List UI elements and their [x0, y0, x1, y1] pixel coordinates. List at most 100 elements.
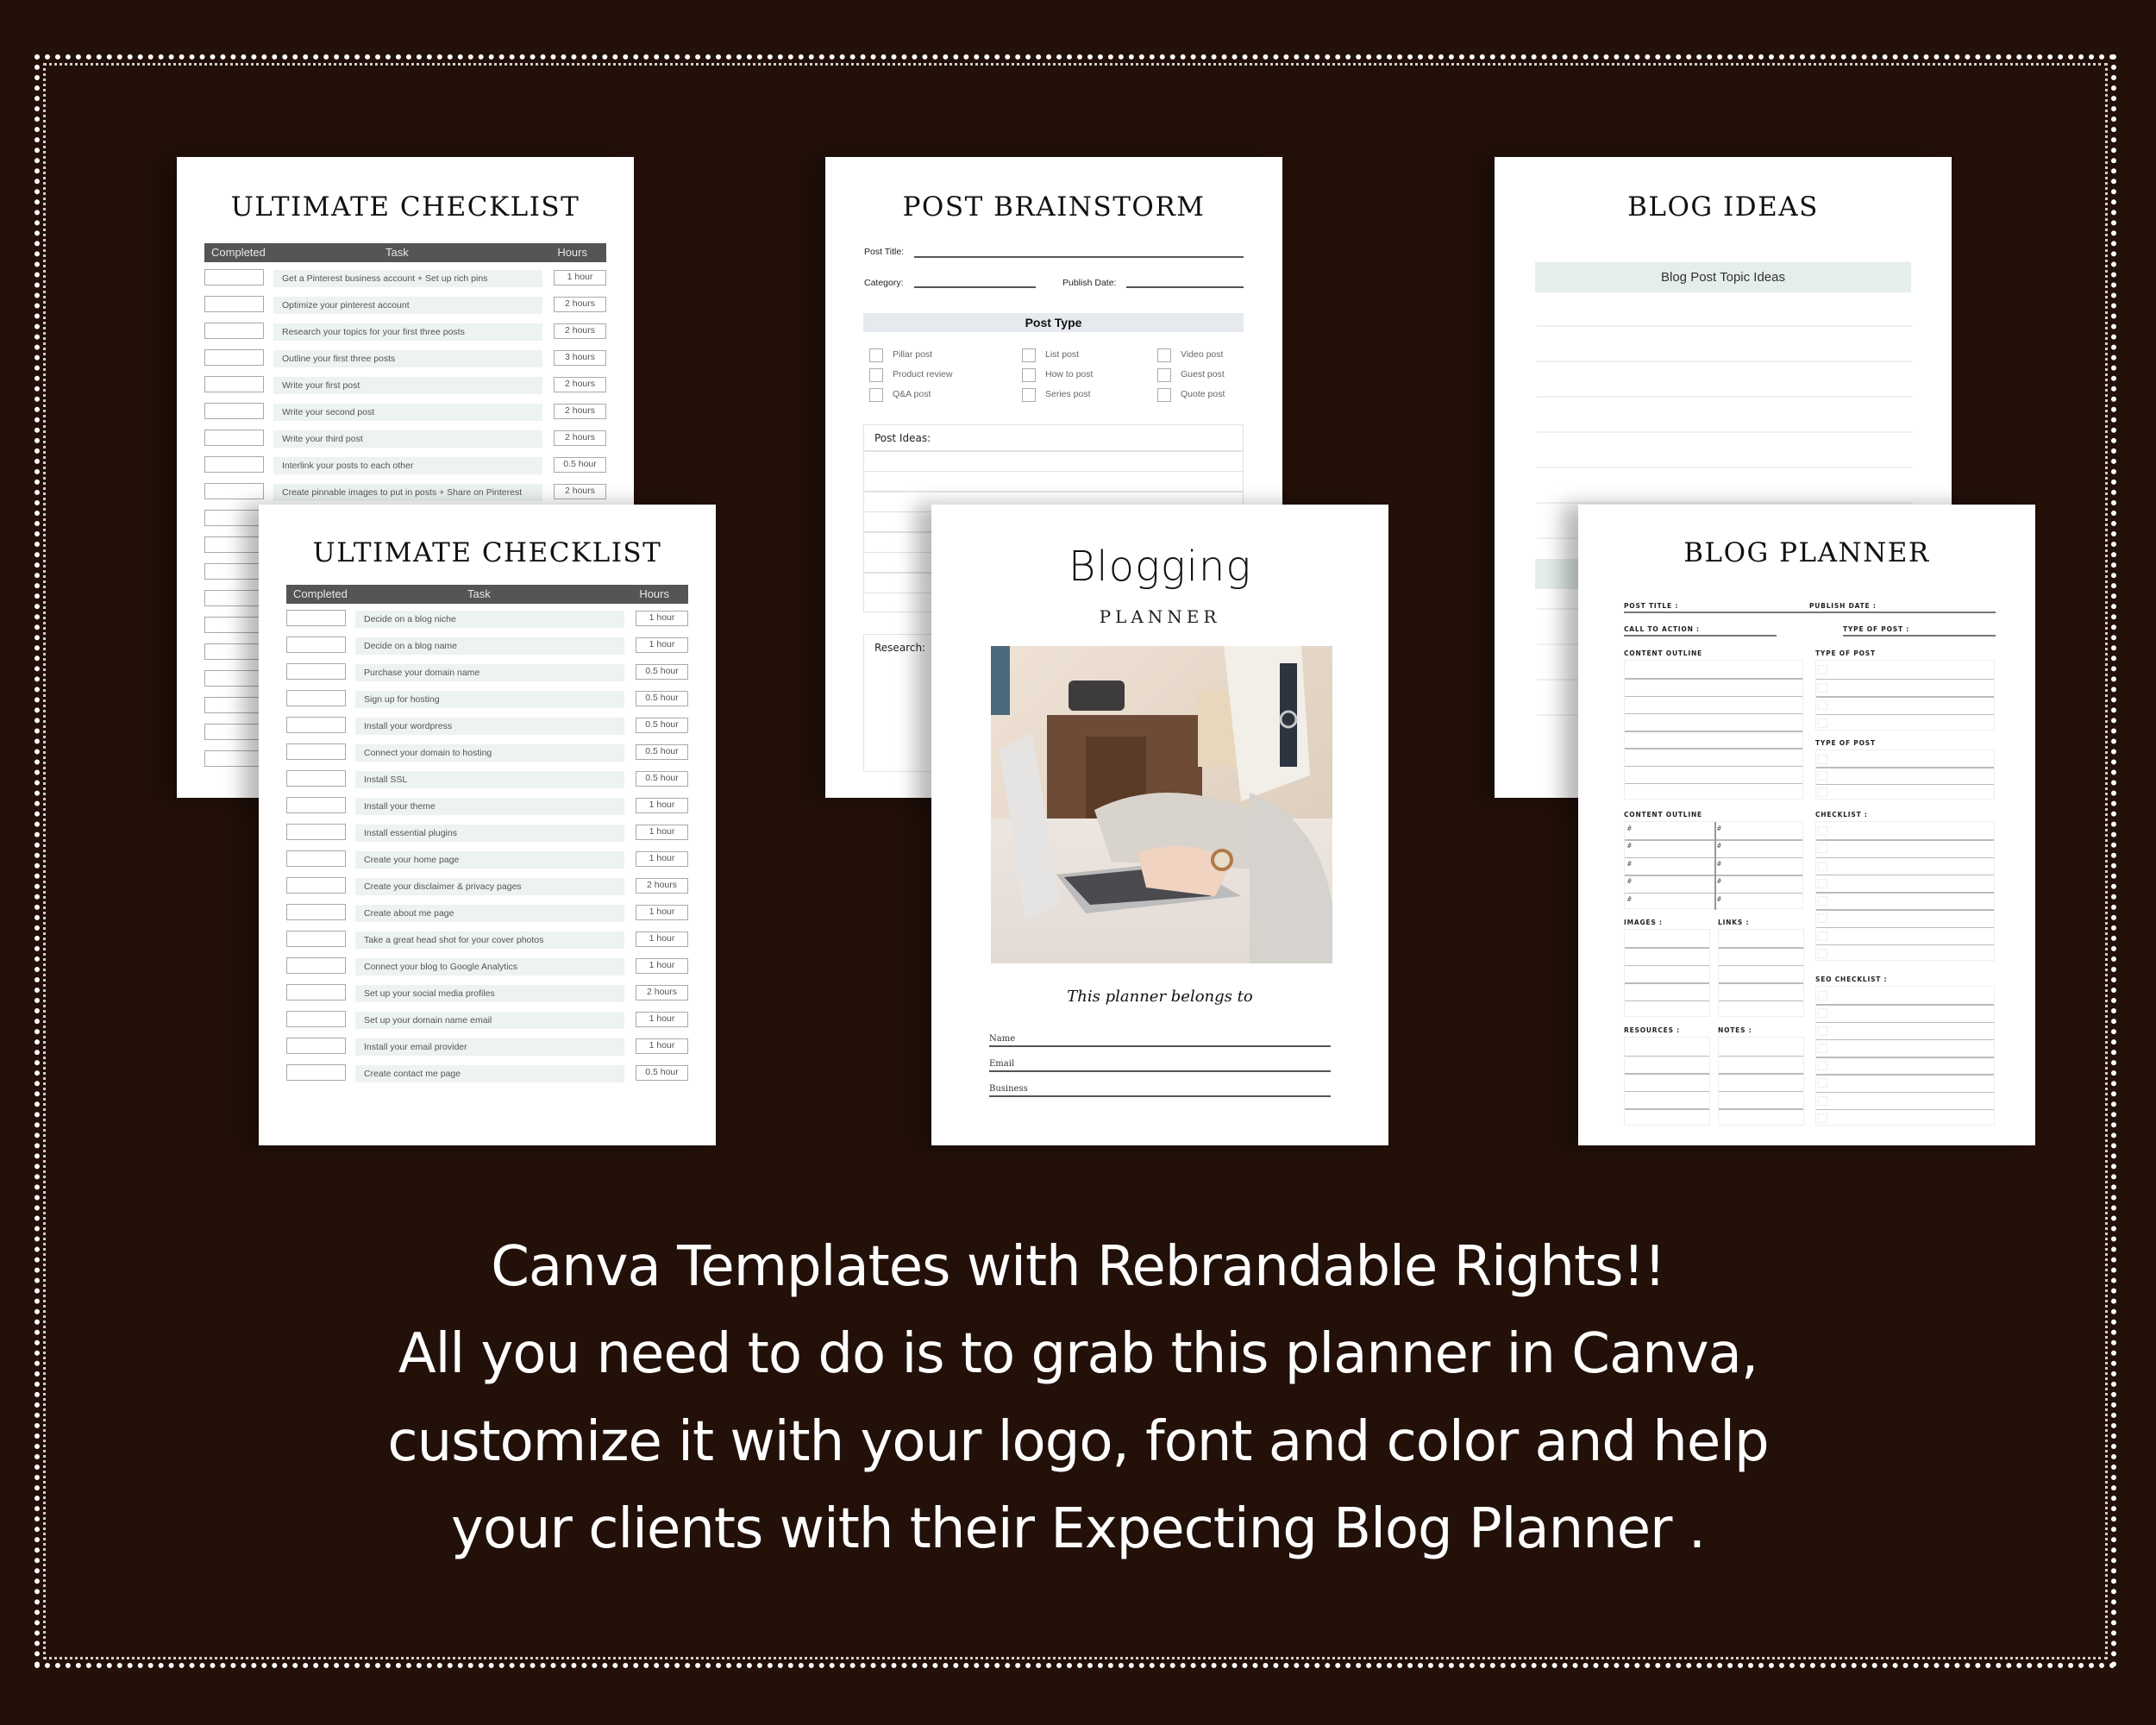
post-title-field[interactable] — [914, 256, 1244, 258]
completed-checkbox[interactable] — [286, 770, 346, 787]
checkbox[interactable] — [1157, 368, 1171, 382]
type-of-post-inline-field[interactable] — [1843, 635, 1996, 637]
checkbox[interactable] — [1818, 665, 1827, 675]
checkbox[interactable] — [869, 388, 883, 402]
checkbox[interactable] — [1818, 1008, 1827, 1019]
topic-line[interactable] — [1537, 325, 1913, 327]
checkbox[interactable] — [1022, 368, 1036, 382]
resources-box[interactable] — [1624, 1037, 1710, 1126]
checkbox[interactable] — [1818, 682, 1827, 693]
topic-line[interactable] — [1537, 431, 1913, 433]
checkbox[interactable] — [1818, 826, 1827, 837]
content-outline-numbered-box[interactable]: # # # # # # # # # # — [1624, 821, 1803, 910]
completed-checkbox[interactable] — [204, 376, 264, 392]
topic-line[interactable] — [1537, 467, 1913, 468]
call-to-action-field[interactable] — [1624, 635, 1777, 637]
checkbox[interactable] — [1818, 1113, 1827, 1123]
completed-checkbox[interactable] — [204, 750, 264, 767]
topic-line[interactable] — [1537, 502, 1913, 504]
completed-checkbox[interactable] — [204, 430, 264, 446]
checkbox[interactable] — [1818, 754, 1827, 764]
belongs-to-heading: This planner belongs to — [1067, 988, 1253, 1006]
completed-checkbox[interactable] — [204, 536, 264, 553]
completed-checkbox[interactable] — [286, 797, 346, 813]
notes-box[interactable] — [1718, 1037, 1804, 1126]
name-field[interactable]: Name — [989, 1026, 1331, 1047]
completed-checkbox[interactable] — [204, 724, 264, 740]
completed-checkbox[interactable] — [286, 743, 346, 760]
checkbox[interactable] — [1818, 913, 1827, 924]
post-title-field[interactable] — [1624, 612, 1996, 613]
completed-checkbox[interactable] — [286, 637, 346, 653]
completed-checkbox[interactable] — [286, 904, 346, 920]
checkbox[interactable] — [1818, 1026, 1827, 1036]
checkbox[interactable] — [1818, 787, 1827, 798]
checkbox[interactable] — [1818, 1095, 1827, 1106]
completed-checkbox[interactable] — [204, 456, 264, 473]
completed-checkbox[interactable] — [204, 510, 264, 526]
checkbox[interactable] — [1818, 991, 1827, 1001]
checkbox[interactable] — [1818, 718, 1827, 728]
checkbox[interactable] — [1818, 1078, 1827, 1088]
links-box[interactable] — [1718, 929, 1804, 1017]
completed-checkbox[interactable] — [204, 670, 264, 687]
checkbox[interactable] — [1818, 931, 1827, 941]
completed-checkbox[interactable] — [204, 269, 264, 285]
completed-checkbox[interactable] — [286, 717, 346, 733]
completed-checkbox[interactable] — [286, 984, 346, 1000]
checkbox[interactable] — [1818, 948, 1827, 958]
completed-checkbox[interactable] — [286, 877, 346, 894]
checkbox[interactable] — [869, 348, 883, 362]
email-field[interactable]: Email — [989, 1051, 1331, 1072]
checkbox[interactable] — [1818, 896, 1827, 906]
checklist-box[interactable] — [1815, 821, 1995, 961]
completed-checkbox[interactable] — [204, 617, 264, 633]
checkbox[interactable] — [1818, 771, 1827, 781]
completed-checkbox[interactable] — [204, 296, 264, 312]
completed-checkbox[interactable] — [286, 1038, 346, 1054]
completed-checkbox[interactable] — [286, 1064, 346, 1081]
checkbox[interactable] — [1818, 844, 1827, 854]
completed-checkbox[interactable] — [286, 957, 346, 974]
checkbox[interactable] — [1022, 348, 1036, 362]
task-text: Install your theme — [355, 798, 624, 815]
post-type-label: How to post — [1045, 369, 1094, 380]
checkbox[interactable] — [1818, 861, 1827, 871]
type-of-post-box[interactable] — [1815, 660, 1995, 731]
checkbox[interactable] — [1157, 348, 1171, 362]
checkbox[interactable] — [869, 368, 883, 382]
completed-checkbox[interactable] — [286, 931, 346, 947]
completed-checkbox[interactable] — [204, 403, 264, 419]
completed-checkbox[interactable] — [286, 610, 346, 626]
task-text: Research your topics for your first thre… — [273, 323, 542, 341]
checkbox[interactable] — [1022, 388, 1036, 402]
completed-checkbox[interactable] — [204, 590, 264, 606]
seo-checklist-box[interactable] — [1815, 986, 1995, 1126]
completed-checkbox[interactable] — [204, 563, 264, 580]
checkbox[interactable] — [1157, 388, 1171, 402]
topic-line[interactable] — [1537, 396, 1913, 398]
completed-checkbox[interactable] — [286, 824, 346, 840]
checkbox[interactable] — [1818, 1043, 1827, 1053]
completed-checkbox[interactable] — [286, 1011, 346, 1027]
images-box[interactable] — [1624, 929, 1710, 1017]
checkbox[interactable] — [1818, 878, 1827, 888]
completed-checkbox[interactable] — [204, 643, 264, 660]
completed-checkbox[interactable] — [286, 690, 346, 706]
business-field[interactable]: Business — [989, 1076, 1331, 1097]
completed-checkbox[interactable] — [204, 697, 264, 713]
type-of-post-box-2[interactable] — [1815, 750, 1995, 800]
completed-checkbox[interactable] — [204, 483, 264, 499]
completed-checkbox[interactable] — [204, 349, 264, 366]
checkbox[interactable] — [1818, 1061, 1827, 1071]
completed-checkbox[interactable] — [204, 323, 264, 339]
number-marker: # — [1717, 842, 1721, 850]
publish-date-field[interactable] — [1126, 286, 1244, 288]
topic-line[interactable] — [1537, 361, 1913, 362]
completed-checkbox[interactable] — [286, 850, 346, 867]
content-outline-box[interactable] — [1624, 660, 1803, 800]
column-header-hours: Hours — [557, 246, 587, 259]
completed-checkbox[interactable] — [286, 663, 346, 680]
category-field[interactable] — [914, 286, 1036, 288]
checkbox[interactable] — [1818, 700, 1827, 711]
